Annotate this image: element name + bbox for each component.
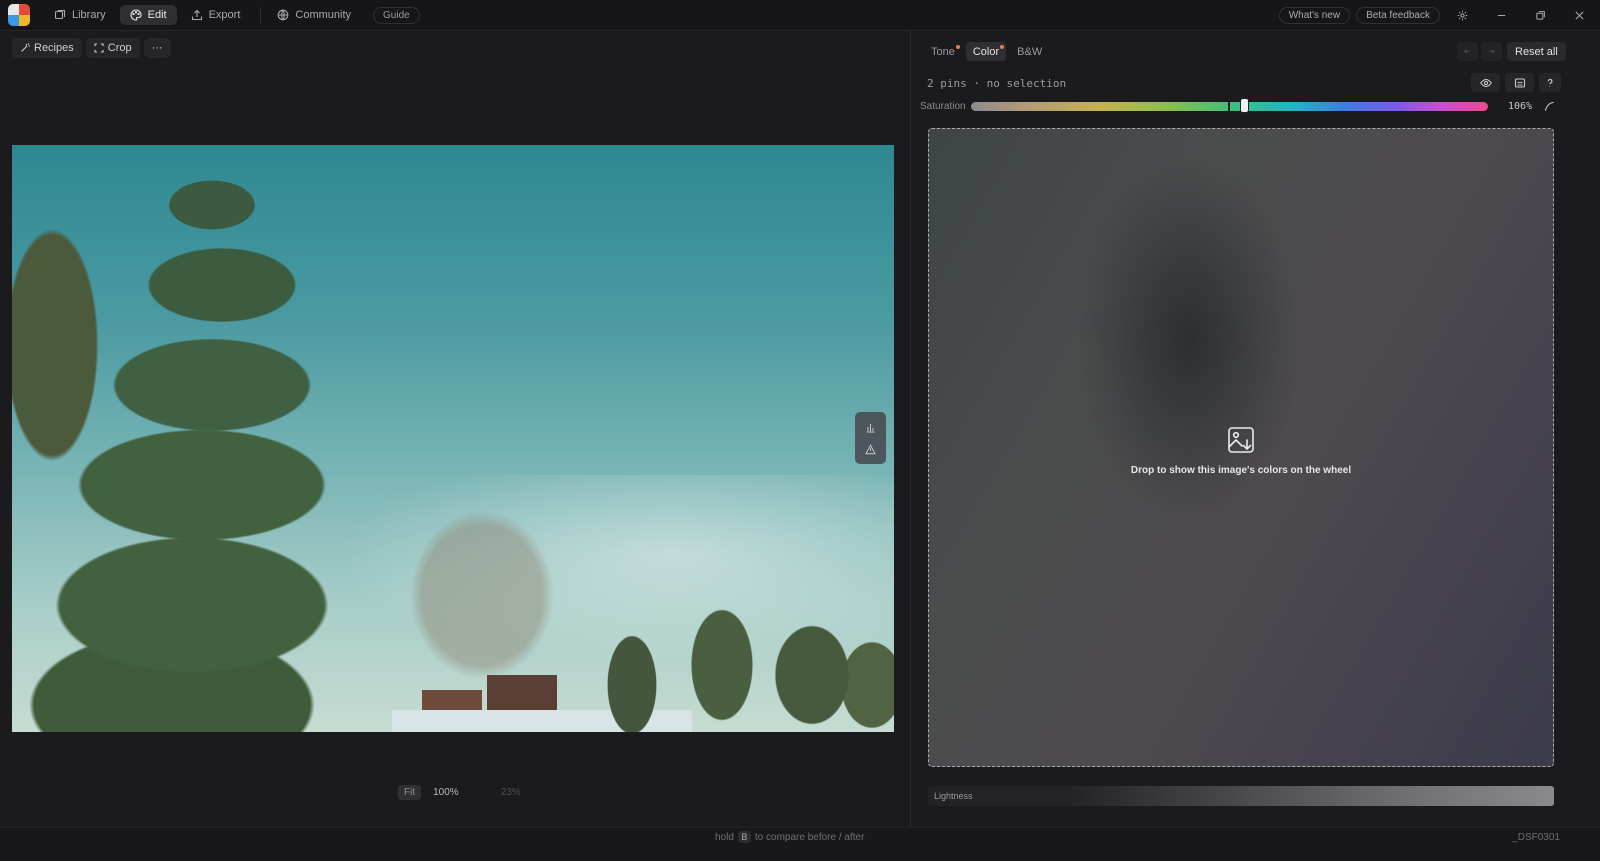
zoom-current-readout: 23% [500,787,521,798]
hint-suffix: to compare before / after [754,831,865,843]
eye-icon [1479,78,1492,87]
nav-community-label: Community [295,9,352,21]
close-icon [1575,10,1584,20]
nav-edit[interactable]: Edit [119,5,177,25]
nav-export-label: Export [208,9,241,21]
beta-feedback-button[interactable]: Beta feedback [1356,6,1440,24]
image-compare-icon [1514,77,1525,88]
restore-button[interactable] [1524,1,1557,29]
adjustment-tabs: Tone Color B&W [924,42,1049,61]
nav-edit-label: Edit [147,9,167,21]
panel-actions: Reset all [1457,42,1566,61]
photo-spruce-tree [12,145,452,732]
photo-house [487,675,557,715]
saturation-default-tick [1228,102,1230,111]
redo-button[interactable] [1481,42,1502,61]
recipes-button[interactable]: Recipes [12,38,82,58]
nav-community[interactable]: Community [267,5,361,25]
minimize-button[interactable] [1485,1,1518,29]
top-right-controls: What's new Beta feedback [1278,1,1600,29]
histogram-icon[interactable] [865,422,876,433]
help-button[interactable] [1539,73,1561,92]
undo-icon [1464,49,1470,54]
library-icon [54,9,66,20]
reset-all-button[interactable]: Reset all [1507,42,1566,61]
clipping-warning-icon[interactable] [865,443,876,455]
image-drop-icon [1228,427,1254,453]
zoom-fit-button[interactable]: Fit [398,785,422,800]
app-logo[interactable] [8,4,30,26]
more-icon: ··· [151,42,163,54]
nav-separator [260,7,262,23]
wand-icon [21,43,30,52]
color-wheel-dropzone[interactable]: Drop to show this image's colors on the … [928,128,1554,767]
editor-toolbar: Recipes Crop ··· [12,38,171,58]
globe-icon [278,9,289,21]
compare-view-button[interactable] [1505,73,1534,92]
saturation-value: 106% [1508,101,1533,112]
crop-button[interactable]: Crop [85,38,140,58]
help-icon [1547,78,1553,86]
gear-icon [1457,10,1468,20]
palette-icon [130,9,142,21]
tab-bw-label: B&W [1017,45,1043,58]
undo-button[interactable] [1457,42,1478,61]
tab-color[interactable]: Color [965,42,1007,61]
file-name: _DSF0301 [1512,832,1560,843]
pins-status: 2 pins · no selection [927,77,1067,90]
modified-dot [1000,45,1005,49]
lightness-label: Lightness [934,791,973,801]
preview-side-tools [855,412,886,464]
hint-key: B [737,831,751,843]
curve-icon [1544,101,1554,111]
guide-button[interactable]: Guide [373,6,420,24]
panel-divider[interactable] [910,31,911,827]
modified-dot [955,45,960,49]
minimize-icon [1497,14,1506,16]
zoom-controls: Fit 100% 23% [398,785,527,800]
more-options-button[interactable]: ··· [143,38,171,58]
whats-new-button[interactable]: What's new [1278,6,1351,24]
nav-export[interactable]: Export [181,5,251,25]
restore-icon [1536,10,1545,20]
recipes-label: Recipes [34,42,74,54]
tab-color-label: Color [972,45,1000,58]
crop-icon [94,43,104,53]
tab-tone[interactable]: Tone [924,42,962,61]
nav-library[interactable]: Library [44,5,116,25]
compare-hint: hold B to compare before / after [715,831,864,843]
settings-button[interactable] [1446,1,1479,29]
hint-prefix: hold [715,831,734,843]
top-bar: Library Edit Export Community Guide What… [0,0,1600,31]
redo-icon [1489,49,1495,54]
nav-library-label: Library [72,9,106,21]
tab-bw[interactable]: B&W [1010,42,1049,61]
tab-tone-label: Tone [931,45,955,58]
dropzone-content: Drop to show this image's colors on the … [929,425,1553,476]
photo-pines-right [602,575,894,732]
preview-toggle-button[interactable] [1471,73,1500,92]
crop-label: Crop [107,42,132,54]
photo-preview[interactable] [12,145,894,732]
saturation-reset-button[interactable] [1540,98,1559,115]
saturation-label: Saturation [920,101,966,112]
close-button[interactable] [1563,1,1596,29]
saturation-slider-thumb[interactable] [1240,98,1249,113]
lightness-slider[interactable]: Lightness [928,786,1554,806]
zoom-100-button[interactable]: 100% [427,785,465,800]
dropzone-text: Drop to show this image's colors on the … [1130,465,1352,476]
panel-view-tools [1471,73,1561,92]
export-icon [191,9,202,21]
